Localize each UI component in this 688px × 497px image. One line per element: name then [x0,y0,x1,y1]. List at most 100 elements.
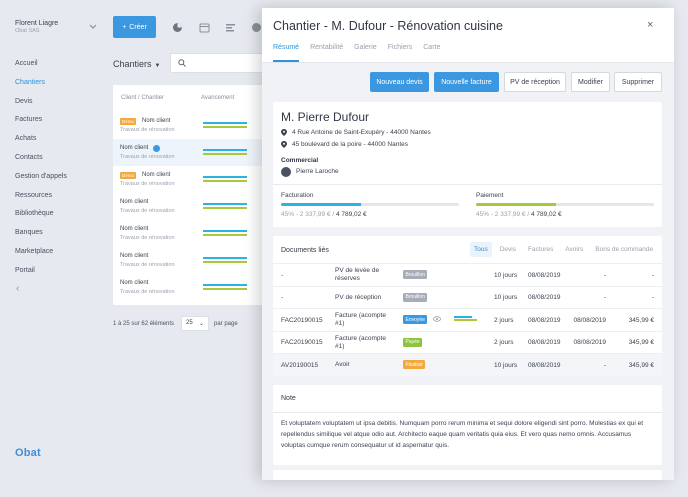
map-pin-icon [281,141,287,148]
sidebar-item-chantiers[interactable]: Chantiers [15,77,67,96]
tab-resume[interactable]: Résumé [273,44,300,62]
table-row[interactable]: Nom client Travaux de rénovation [113,139,265,166]
document-progress-payment [454,319,477,321]
table-row[interactable]: Nom client Travaux de rénovation [113,193,265,220]
info-dot-icon[interactable] [153,145,160,152]
filter-tous[interactable]: Tous [470,242,492,257]
company-name: Florent Liagre [15,20,59,27]
row-client-name: Nom client [142,118,171,124]
page-size-value: 25 [186,320,193,326]
document-ref: AV20190015 [281,361,319,369]
address-line-2-text: 45 boulevard de la poire - 44000 Nantes [292,141,408,148]
document-row[interactable]: - PV de levée de réserves Brouillon 10 jour… [273,263,662,286]
row-progress-payment [203,234,247,236]
clock-icon[interactable] [251,22,262,33]
payment-percent: 45% [476,211,490,218]
sidebar-item-marketplace[interactable]: Marketplace [15,246,67,265]
page-size-select[interactable]: 25 ⌄ [181,316,209,331]
row-subtitle: Travaux de rénovation [120,208,175,214]
tab-fichiers[interactable]: Fichiers [388,44,413,62]
create-button-label: Créer [129,23,147,31]
sidebar-item-accueil[interactable]: Accueil [15,58,67,77]
chantiers-table: Client / Chantier Avancement Démo Nom cl… [113,85,265,305]
chevron-down-icon[interactable] [89,24,97,32]
document-ref: FAC20190015 [281,316,323,324]
payment-progress-bar [476,203,654,206]
sidebar-item-banques[interactable]: Banques [15,227,67,246]
status-badge: Payée [403,337,423,347]
company-switcher[interactable]: Florent Liagre Obat SAS [15,20,58,34]
payment-total: 4 789,02 € [530,211,562,218]
document-ref: - [281,271,284,279]
row-client-name: Nom client [142,172,171,178]
document-amount: - [651,271,654,279]
filter-devis[interactable]: Devis [496,242,520,257]
document-row[interactable]: AV20190015 Avoir Finalisé 10 jours 08/08/201… [273,353,662,376]
eye-icon[interactable] [433,316,441,324]
table-row[interactable]: Démo Nom client Travaux de rénovation [113,166,265,193]
list-icon[interactable] [225,22,236,33]
delete-button[interactable]: Supprimer [614,72,662,92]
sidebar-item-factures[interactable]: Factures [15,114,67,133]
edit-button[interactable]: Modifier [571,72,610,92]
list-title[interactable]: Chantiers ▼ [113,59,160,69]
document-date: 08/08/2019 [528,271,561,279]
sidebar-item-bibliotheque[interactable]: Bibliothèque [15,208,67,227]
divider [273,412,662,413]
table-row[interactable]: Démo Nom client Travaux de rénovation [113,112,265,139]
row-subtitle: Travaux de rénovation [120,154,175,160]
document-row[interactable]: - PV de réception Brouillon 10 jours 08/08/2… [273,285,662,309]
avatar [281,167,291,177]
document-row[interactable]: FAC20190015 Facture (acompte #1) Envoyée 2 … [273,308,662,331]
pie-chart-icon[interactable] [172,22,183,33]
document-date: 08/08/2019 [528,294,561,301]
status-badge: Brouillon [403,270,428,279]
document-date-2: 08/08/2019 [573,339,606,346]
billing-progress-fill [281,203,362,206]
row-client-name: Nom client [120,199,149,205]
sidebar-item-portail[interactable]: Portail [15,265,67,284]
pv-reception-button[interactable]: PV de réception [504,72,566,92]
table-row[interactable]: Nom client Travaux de rénovation [113,274,265,301]
new-invoice-button[interactable]: Nouvelle facture [434,72,499,92]
filter-factures[interactable]: Factures [524,242,557,257]
row-client-name: Nom client [120,145,149,151]
filter-bons-de-commande[interactable]: Bons de commande [591,242,657,257]
row-progress-payment [203,207,247,209]
create-button[interactable]: + Créer [113,16,156,38]
table-row[interactable]: Nom client Travaux de rénovation [113,220,265,247]
sidebar-item-devis[interactable]: Devis [15,96,67,115]
tab-galerie[interactable]: Galerie [354,44,377,62]
new-quote-button[interactable]: Nouveau devis [370,72,429,92]
close-icon[interactable]: × [647,19,653,31]
payment-progress-fill [476,203,557,206]
status-badge: Brouillon [403,292,428,302]
billing-amount: 2 337,99 € [299,211,331,218]
document-amount: - [651,294,654,301]
filter-avoirs[interactable]: Avoirs [561,242,587,257]
tab-carte[interactable]: Carte [423,44,440,62]
search-input[interactable] [170,53,265,73]
row-subtitle: Travaux de rénovation [120,181,175,187]
document-date-2: - [603,361,606,369]
column-progress: Avancement [201,94,235,101]
tab-rentabilite[interactable]: Rentabilité [310,44,343,62]
sidebar-item-gestion-appels[interactable]: Gestion d'appels [15,171,67,190]
collapse-sidebar-icon[interactable]: ‹ [16,283,19,294]
row-progress-billing [203,230,247,232]
table-row[interactable]: Nom client Travaux de rénovation [113,247,265,274]
document-ref: - [281,294,284,301]
calendar-icon[interactable] [199,22,210,33]
sidebar-item-contacts[interactable]: Contacts [15,152,67,171]
search-icon [178,59,186,67]
row-progress-billing [203,257,247,259]
commercial-label: Commercial [281,157,319,164]
document-progress [454,316,484,322]
list-title-text: Chantiers [113,59,152,69]
document-row[interactable]: FAC20190015 Facture (acompte #1) Payée 2 jo… [273,330,662,354]
company-subtitle: Obat SAS [15,28,40,34]
client-card: M. Pierre Dufour 4 Rue Antoine de Saint-… [273,102,662,227]
sidebar-item-ressources[interactable]: Ressources [15,190,67,209]
sidebar-item-achats[interactable]: Achats [15,133,67,152]
row-progress-payment [203,288,247,290]
